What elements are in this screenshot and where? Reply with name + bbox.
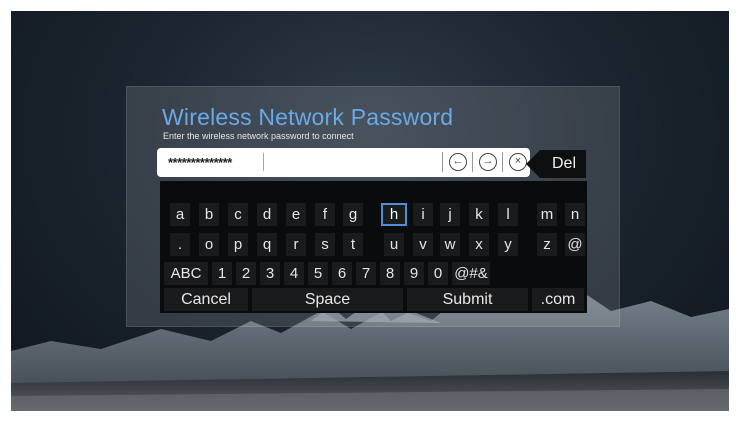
key-o[interactable]: o [199,233,219,256]
arrow-right-icon[interactable]: → [479,153,497,171]
key-9[interactable]: 9 [404,262,424,285]
key-7[interactable]: 7 [356,262,376,285]
key-0[interactable]: 0 [428,262,448,285]
key-2[interactable]: 2 [236,262,256,285]
key-f[interactable]: f [315,203,335,226]
key-v[interactable]: v [413,233,433,256]
key-t[interactable]: t [343,233,363,256]
key-g[interactable]: g [343,203,363,226]
key-h-selected[interactable]: h [381,203,407,226]
key-q[interactable]: q [257,233,277,256]
key-a[interactable]: a [170,203,190,226]
key-4[interactable]: 4 [284,262,304,285]
key-r[interactable]: r [286,233,306,256]
separator [502,152,503,172]
key-at[interactable]: @ [565,233,585,256]
dotcom-key[interactable]: .com [532,288,584,311]
text-cursor [263,153,264,171]
separator [472,152,473,172]
key-n[interactable]: n [565,203,585,226]
key-1[interactable]: 1 [212,262,232,285]
space-key[interactable]: Space [252,288,403,311]
key-6[interactable]: 6 [332,262,352,285]
key-w[interactable]: w [440,233,460,256]
separator [442,152,443,172]
key-b[interactable]: b [199,203,219,226]
key-3[interactable]: 3 [260,262,280,285]
key-x[interactable]: x [469,233,489,256]
dialog-subtitle: Enter the wireless network password to c… [163,131,354,141]
key-d[interactable]: d [257,203,277,226]
cancel-button[interactable]: Cancel [164,288,248,311]
password-value: ************** [168,155,232,170]
key-k[interactable]: k [469,203,489,226]
key-y[interactable]: y [498,233,518,256]
clear-icon[interactable]: × [509,153,527,171]
arrow-left-icon[interactable]: ← [449,153,467,171]
key-s[interactable]: s [315,233,335,256]
key-e[interactable]: e [286,203,306,226]
key-c[interactable]: c [228,203,248,226]
submit-button[interactable]: Submit [407,288,528,311]
key-p[interactable]: p [228,233,248,256]
key-m[interactable]: m [537,203,557,226]
key-i[interactable]: i [413,203,433,226]
key-period[interactable]: . [170,233,190,256]
dialog-title: Wireless Network Password [162,104,454,130]
key-symbols[interactable]: @#& [452,262,490,285]
key-z[interactable]: z [537,233,557,256]
key-abc[interactable]: ABC [164,262,208,285]
key-j[interactable]: j [440,203,460,226]
key-l[interactable]: l [498,203,518,226]
key-8[interactable]: 8 [380,262,400,285]
key-5[interactable]: 5 [308,262,328,285]
key-u[interactable]: u [384,233,404,256]
